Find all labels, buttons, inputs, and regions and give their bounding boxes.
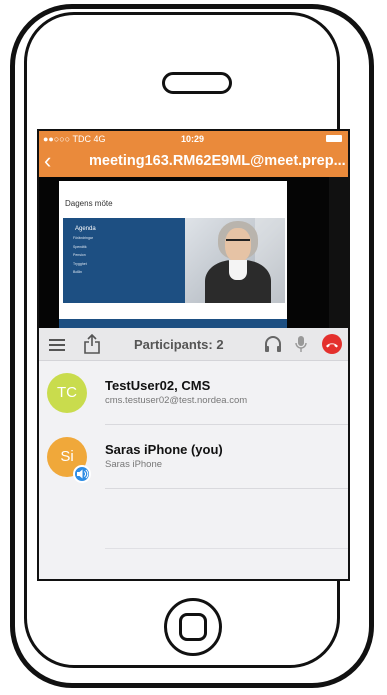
agenda-item: Pension [73, 253, 86, 258]
headphones-icon[interactable] [264, 335, 282, 353]
empty-row [39, 549, 348, 579]
home-button-inner [179, 613, 207, 641]
participants-count[interactable]: Participants: 2 [134, 337, 224, 352]
empty-row [39, 489, 348, 549]
chevron-left-icon[interactable]: ‹ [44, 148, 51, 174]
microphone-icon[interactable] [294, 335, 308, 353]
presentation-slide: Dagens möte Agenda Förändringar Spendtik… [59, 181, 287, 328]
battery-icon [326, 135, 342, 142]
participants-list: TC TestUser02, CMS cms.testuser02@test.n… [39, 361, 348, 579]
agenda-item: Bolån [73, 270, 82, 275]
phone-speaker [162, 72, 232, 94]
carrier-label: ●●○○○ TDC 4G [43, 134, 106, 144]
participant-row[interactable]: Si Saras iPhone (you) Saras iPhone [39, 425, 348, 489]
hang-up-icon[interactable] [322, 334, 342, 354]
slide-footer [59, 319, 287, 328]
app-screen: ●●○○○ TDC 4G 10:29 ‹ meeting163.RM62E9ML… [37, 129, 350, 581]
share-icon[interactable] [83, 334, 101, 354]
meeting-toolbar: Participants: 2 [39, 328, 348, 361]
agenda-panel: Agenda Förändringar Spendtik Pension Try… [63, 218, 185, 303]
speaker-icon [73, 465, 91, 483]
nav-bar: ‹ meeting163.RM62E9ML@meet.prep... [39, 147, 348, 177]
status-time: 10:29 [181, 134, 205, 144]
agenda-title: Agenda [75, 226, 96, 232]
participant-name: TestUser02, CMS [105, 378, 211, 393]
agenda-item: Spendtik [73, 244, 87, 249]
home-button[interactable] [164, 598, 222, 656]
video-side-panel [329, 177, 348, 328]
meeting-title: meeting163.RM62E9ML@meet.prep... [89, 153, 346, 169]
participant-device: Saras iPhone [105, 459, 163, 470]
slide-title: Dagens möte [65, 199, 113, 208]
agenda-list: Förändringar Spendtik Pension Trygghet B… [73, 234, 93, 277]
shared-screen-view[interactable]: Dagens möte Agenda Förändringar Spendtik… [39, 177, 348, 328]
slide-photo [185, 218, 285, 303]
avatar: TC [47, 373, 87, 413]
participant-email: cms.testuser02@test.nordea.com [105, 395, 248, 406]
agenda-item: Förändringar [73, 236, 94, 240]
participant-name: Saras iPhone (you) [105, 442, 223, 457]
agenda-item: Trygghet [73, 261, 87, 266]
participant-row[interactable]: TC TestUser02, CMS cms.testuser02@test.n… [39, 361, 348, 425]
status-bar: ●●○○○ TDC 4G 10:29 [39, 131, 348, 147]
menu-icon[interactable] [49, 339, 65, 351]
